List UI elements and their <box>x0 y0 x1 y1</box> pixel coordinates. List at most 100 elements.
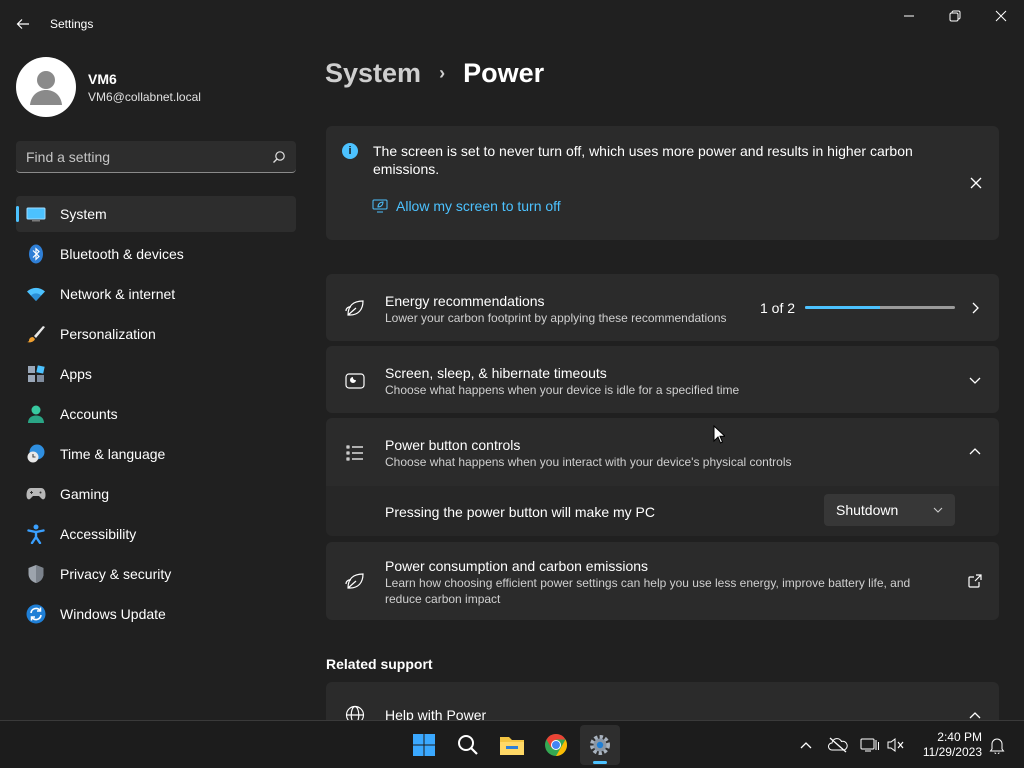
sidebar-item-label: Privacy & security <box>60 566 172 582</box>
user-silhouette-icon <box>30 71 62 105</box>
notification-bell-icon[interactable] <box>985 733 1009 757</box>
sidebar-item-label: Accessibility <box>60 526 137 542</box>
back-arrow-icon <box>16 19 29 29</box>
restore-icon <box>949 10 961 22</box>
accounts-icon <box>26 404 46 424</box>
progress-fill <box>805 306 880 309</box>
windows-start-icon[interactable] <box>404 725 444 765</box>
card-subtitle: Choose what happens when you interact wi… <box>385 455 792 469</box>
sidebar-item-system[interactable]: System <box>16 196 296 232</box>
dismiss-info-button[interactable] <box>965 172 987 194</box>
brush-icon <box>26 324 46 344</box>
sidebar-item-personalization[interactable]: Personalization <box>16 316 296 352</box>
sidebar-item-time-language[interactable]: Time & language <box>16 436 296 472</box>
recommendations-pager: 1 of 2 <box>760 300 796 316</box>
gamepad-icon <box>26 484 46 504</box>
title-bar: Settings <box>0 0 1024 48</box>
minimize-icon <box>904 15 914 17</box>
help-with-power-card[interactable]: Help with Power <box>326 682 999 720</box>
page-title: Power <box>463 58 545 88</box>
power-consumption-card[interactable]: Power consumption and carbon emissions L… <box>326 542 999 620</box>
update-icon <box>26 604 46 624</box>
sidebar-item-label: Windows Update <box>60 606 166 622</box>
user-profile[interactable]: VM6 VM6@collabnet.local <box>16 57 201 117</box>
sidebar-item-accessibility[interactable]: Accessibility <box>16 516 296 552</box>
search-icon <box>273 150 285 163</box>
external-link-icon[interactable] <box>967 573 983 589</box>
network-monitor-icon[interactable] <box>858 733 882 757</box>
app-title: Settings <box>50 17 94 31</box>
breadcrumb-parent[interactable]: System <box>325 58 421 89</box>
maximize-button[interactable] <box>932 0 978 32</box>
chrome-icon[interactable] <box>536 725 576 765</box>
profile-email: VM6@collabnet.local <box>88 89 201 104</box>
power-button-setting-label: Pressing the power button will make my P… <box>385 504 655 520</box>
sidebar-item-label: Apps <box>60 366 92 382</box>
card-title: Power consumption and carbon emissions <box>385 558 649 574</box>
close-icon <box>970 177 982 189</box>
screen-sleep-icon <box>344 370 366 392</box>
energy-recommendations-card[interactable]: Energy recommendations Lower your carbon… <box>326 274 999 341</box>
screen-sleep-card[interactable]: Screen, sleep, & hibernate timeouts Choo… <box>326 346 999 413</box>
card-subtitle: Choose what happens when your device is … <box>385 383 740 397</box>
power-button-controls-card[interactable]: Power button controls Choose what happen… <box>326 418 999 486</box>
sidebar-item-label: Accounts <box>60 406 118 422</box>
sidebar-item-privacy[interactable]: Privacy & security <box>16 556 296 592</box>
wifi-icon <box>26 284 46 304</box>
search-input[interactable]: Find a setting <box>26 149 272 165</box>
related-support-heading: Related support <box>326 656 433 672</box>
sidebar-item-windows-update[interactable]: Windows Update <box>16 596 296 632</box>
sidebar-item-label: Bluetooth & devices <box>60 246 184 262</box>
mouse-cursor-icon <box>713 424 727 449</box>
sidebar-item-gaming[interactable]: Gaming <box>16 476 296 512</box>
minimize-button[interactable] <box>886 0 932 32</box>
taskbar: 2:40 PM 11/29/2023 <box>0 720 1024 768</box>
allow-screen-off-link[interactable]: Allow my screen to turn off <box>372 198 561 214</box>
chevron-up-icon[interactable] <box>967 444 983 460</box>
leaf-icon <box>344 297 366 319</box>
sidebar-nav: System Bluetooth & devices Network & int… <box>16 196 296 636</box>
breadcrumb: System › Power <box>325 58 544 89</box>
onedrive-offline-icon[interactable] <box>826 733 850 757</box>
system-icon <box>26 204 46 224</box>
taskbar-clock[interactable]: 2:40 PM 11/29/2023 <box>912 730 982 760</box>
clock-globe-icon <box>26 444 46 464</box>
close-button[interactable] <box>978 0 1024 32</box>
chevron-up-icon[interactable] <box>794 733 818 757</box>
clock-date: 11/29/2023 <box>922 745 982 759</box>
breadcrumb-separator-icon: › <box>439 63 446 83</box>
volume-muted-icon[interactable] <box>884 733 908 757</box>
bluetooth-icon <box>26 244 46 264</box>
chevron-up-icon[interactable] <box>967 708 983 720</box>
chevron-down-icon[interactable] <box>967 372 983 388</box>
power-button-action-dropdown[interactable]: Shutdown <box>824 494 955 526</box>
screen-timeout-info-bar: i The screen is set to never turn off, w… <box>326 126 999 240</box>
clock-time: 2:40 PM <box>937 730 982 744</box>
search-icon[interactable] <box>448 725 488 765</box>
chevron-right-icon[interactable] <box>967 300 983 316</box>
sidebar-item-label: Network & internet <box>60 286 176 302</box>
sidebar-item-label: Time & language <box>60 446 166 462</box>
globe-icon <box>344 704 366 720</box>
sidebar-item-accounts[interactable]: Accounts <box>16 396 296 432</box>
sidebar-item-label: Gaming <box>60 486 110 502</box>
card-title: Screen, sleep, & hibernate timeouts <box>385 365 607 381</box>
card-subtitle: Learn how choosing efficient power setti… <box>385 576 911 606</box>
dropdown-value: Shutdown <box>836 502 899 518</box>
settings-icon[interactable] <box>580 725 620 765</box>
sidebar-item-apps[interactable]: Apps <box>16 356 296 392</box>
file-explorer-icon[interactable] <box>492 725 532 765</box>
sidebar-item-label: Personalization <box>60 326 156 342</box>
search-box[interactable]: Find a setting <box>16 141 296 173</box>
leaf-icon <box>344 570 366 592</box>
chevron-down-icon <box>933 507 943 513</box>
profile-name: VM6 <box>88 70 117 87</box>
back-button[interactable] <box>8 10 38 38</box>
close-icon <box>995 10 1007 22</box>
card-title: Power button controls <box>385 437 521 453</box>
sidebar-item-network[interactable]: Network & internet <box>16 276 296 312</box>
shield-icon <box>26 564 46 584</box>
power-button-setting-row: Pressing the power button will make my P… <box>326 486 999 536</box>
recommendations-progress-bar <box>805 306 955 309</box>
sidebar-item-bluetooth[interactable]: Bluetooth & devices <box>16 236 296 272</box>
